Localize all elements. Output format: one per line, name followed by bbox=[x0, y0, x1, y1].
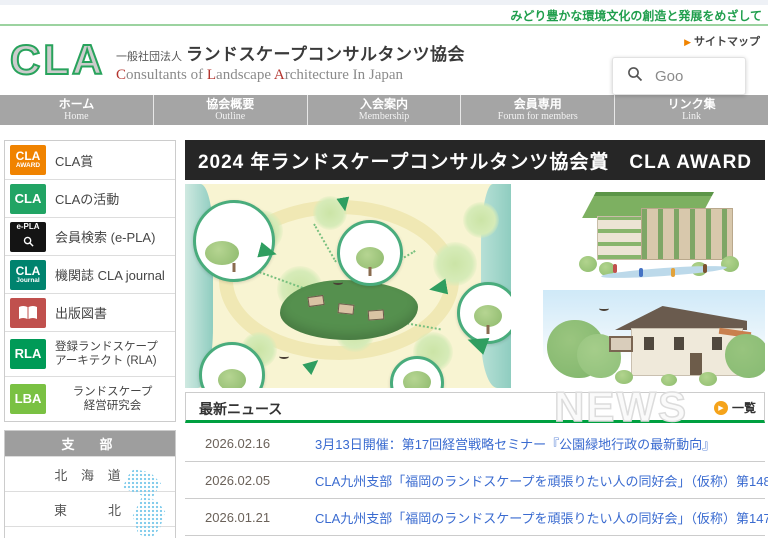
news-date: 2026.02.05 bbox=[205, 473, 293, 488]
search-icon bbox=[627, 66, 643, 87]
nav-item-membership[interactable]: 入会案内 Membership bbox=[307, 95, 461, 125]
news-date: 2026.02.16 bbox=[205, 436, 293, 451]
sitemap-link[interactable]: ▶サイトマップ bbox=[684, 33, 760, 49]
news-header: NEWS 最新ニュース ▶ 一覧 bbox=[185, 392, 765, 423]
award-banner[interactable]: 2024 年ランドスケープコンサルタンツ協会賞 CLA AWARD bbox=[185, 140, 765, 180]
news-item: 2026.01.21 CLA九州支部「福岡のランドスケープを頑張りたい人の同好会… bbox=[185, 499, 765, 536]
header-divider bbox=[0, 24, 768, 26]
sidebar-item-member-search[interactable]: e-PLA 会員検索 (e-PLA) bbox=[5, 217, 175, 255]
page: みどり豊かな環境文化の創造と発展をめざして CLA 一般社団法人 ランドスケープ… bbox=[0, 0, 768, 538]
nav-item-links[interactable]: リンク集 Link bbox=[614, 95, 768, 125]
org-name-jp: ランドスケープコンサルタンツ協会 bbox=[186, 40, 465, 65]
bird-icon bbox=[279, 354, 289, 359]
sidebar-item-label: 登録ランドスケープアーキテクト (RLA) bbox=[55, 340, 158, 368]
bird-icon bbox=[333, 280, 343, 285]
sidebar-item-cla-journal[interactable]: CLAJournal 機関誌 CLA journal bbox=[5, 255, 175, 293]
cla-award-badge-icon: CLAAWARD bbox=[10, 145, 46, 175]
sidebar-item-label: 会員検索 (e-PLA) bbox=[55, 227, 155, 246]
sidebar-item-publications[interactable]: 出版図書 bbox=[5, 293, 175, 331]
news-link[interactable]: CLA九州支部「福岡のランドスケープを頑張りたい人の同好会」（仮称）第148夜 bbox=[315, 471, 768, 490]
site-tagline: みどり豊かな環境文化の創造と発展をめざして bbox=[510, 7, 762, 24]
hero-illustration bbox=[185, 184, 765, 388]
sitemap-label: サイトマップ bbox=[694, 36, 760, 48]
bird-icon bbox=[599, 306, 609, 311]
sidebar-item-label: ランドスケープ経営研究会 bbox=[55, 385, 170, 413]
sidebar-menu: CLAAWARD CLA賞 CLA CLAの活動 e-PLA 会員検索 (e-P… bbox=[4, 140, 176, 422]
cla-journal-badge-icon: CLAJournal bbox=[10, 260, 46, 290]
sidebar-item-label: CLA賞 bbox=[55, 151, 93, 170]
branches-title: 支 部 bbox=[5, 431, 175, 456]
news-list-link[interactable]: ▶ 一覧 bbox=[714, 399, 756, 416]
news-date: 2026.01.21 bbox=[205, 510, 293, 525]
map-detail-circle bbox=[337, 220, 403, 286]
main-nav: ホーム Home 協会概要 Outline 入会案内 Membership 会員… bbox=[0, 95, 768, 125]
search-placeholder: Goo bbox=[655, 68, 683, 85]
news-title: 最新ニュース bbox=[199, 399, 282, 419]
cla-badge-icon: CLA bbox=[10, 184, 46, 214]
top-strip bbox=[0, 0, 768, 5]
sidebar-item-lba[interactable]: LBA ランドスケープ経営研究会 bbox=[5, 376, 175, 421]
news-list: 2026.02.16 3月13日開催：第17回経営戦略セミナー『公園緑地行政の最… bbox=[185, 425, 765, 536]
nav-item-home[interactable]: ホーム Home bbox=[0, 95, 153, 125]
sidebar-item-label: 機関誌 CLA journal bbox=[55, 265, 165, 284]
org-type-label: 一般社団法人 bbox=[116, 48, 182, 64]
branch-item-hokkaido[interactable]: 北 海 道 bbox=[5, 456, 175, 491]
nav-item-members-forum[interactable]: 会員専用 Forum for members bbox=[460, 95, 614, 125]
org-name-en: Consultants of Landscape Architecture In… bbox=[116, 67, 465, 84]
sidebar-item-rla[interactable]: RLA 登録ランドスケープアーキテクト (RLA) bbox=[5, 331, 175, 376]
sidebar-item-cla-activities[interactable]: CLA CLAの活動 bbox=[5, 179, 175, 217]
nav-item-outline[interactable]: 協会概要 Outline bbox=[153, 95, 307, 125]
news-item: 2026.02.05 CLA九州支部「福岡のランドスケープを頑張りたい人の同好会… bbox=[185, 462, 765, 499]
illustration-landscape-map[interactable] bbox=[185, 184, 511, 388]
map-detail-circle bbox=[193, 200, 275, 282]
sidebar-item-cla-award[interactable]: CLAAWARD CLA賞 bbox=[5, 141, 175, 179]
more-arrow-icon: ▶ bbox=[714, 401, 728, 415]
org-name-block: 一般社団法人 ランドスケープコンサルタンツ協会 Consultants of L… bbox=[116, 40, 465, 84]
rla-badge-icon: RLA bbox=[10, 339, 46, 369]
sidebar-item-label: 出版図書 bbox=[55, 303, 107, 322]
news-item: 2026.02.16 3月13日開催：第17回経営戦略セミナー『公園緑地行政の最… bbox=[185, 425, 765, 462]
epla-badge-icon: e-PLA bbox=[10, 222, 46, 252]
lba-badge-icon: LBA bbox=[10, 384, 46, 414]
news-watermark: NEWS bbox=[554, 387, 688, 427]
news-link[interactable]: CLA九州支部「福岡のランドスケープを頑張りたい人の同好会」（仮称）第147夜 bbox=[315, 508, 768, 527]
sidebar-branches: 支 部 北 海 道 東 北 関 東 bbox=[4, 430, 176, 538]
map-detail-circle bbox=[457, 282, 511, 344]
cla-logo[interactable]: CLA bbox=[10, 36, 105, 84]
illustration-house[interactable] bbox=[543, 290, 765, 388]
search-input[interactable]: Goo bbox=[612, 57, 746, 95]
sidebar-item-label: CLAの活動 bbox=[55, 189, 119, 208]
illustration-green-building[interactable] bbox=[543, 184, 765, 282]
sitemap-arrow-icon: ▶ bbox=[684, 37, 691, 47]
news-link[interactable]: 3月13日開催：第17回経営戦略セミナー『公園緑地行政の最新動向』 bbox=[315, 434, 715, 453]
epla-search-icon bbox=[23, 234, 34, 252]
branch-item-tohoku[interactable]: 東 北 bbox=[5, 491, 175, 526]
book-icon bbox=[10, 298, 46, 328]
branch-item-kanto[interactable]: 関 東 bbox=[5, 526, 175, 538]
